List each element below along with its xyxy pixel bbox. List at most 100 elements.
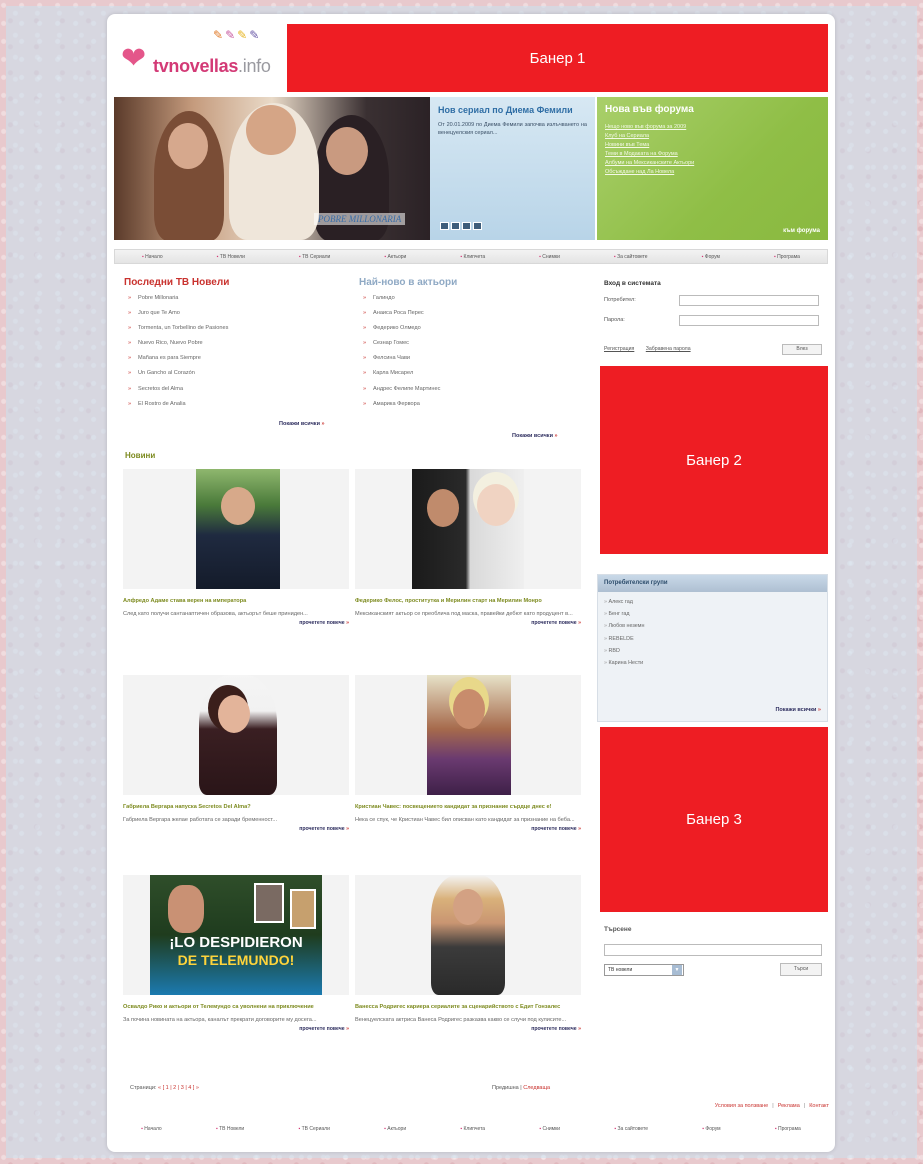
nav-item-tv-novelas[interactable]: ТВ Новели [216,1126,244,1132]
register-link[interactable]: Регистрация [604,346,634,352]
list-item[interactable]: Tormenta, un Torbellino de Pasiones [124,321,354,336]
person-photo [412,469,524,589]
nav-item-actors[interactable]: Актьори [384,254,407,260]
news-headline[interactable]: Ванесса Родригес кариера сериалите за сц… [355,1003,581,1011]
nav-item-tv-series[interactable]: ТВ Сериали [299,254,330,260]
prev-link[interactable]: Предишна | [492,1085,522,1091]
nav-item-forum[interactable]: Форум [702,1126,720,1132]
search-title: Търсене [604,926,632,933]
banner-1[interactable]: Банер 1 [287,24,828,92]
show-all-actors-link[interactable]: Покажи всички [512,433,558,439]
slider-dot[interactable] [462,222,471,230]
forum-link[interactable]: към форума [783,228,820,234]
forum-item[interactable]: Клуб на Сериала [605,132,820,141]
list-item[interactable]: Фелсина Чави [359,351,589,366]
banner-2[interactable]: Банер 2 [600,366,828,554]
read-more-link[interactable]: прочетете повече [355,1026,581,1032]
nav-item-home[interactable]: Начало [142,254,162,260]
list-item[interactable]: Алекс гад [604,596,821,608]
forum-item[interactable]: Обсъждане над Ла Новела [605,168,820,177]
nav-item-tv-novelas[interactable]: ТВ Новели [217,254,245,260]
list-item[interactable]: Любов неземн [604,620,821,632]
list-item[interactable]: Бенг гад [604,608,821,620]
search-category-select[interactable]: ТВ новели [604,964,684,976]
forum-item[interactable]: Теми в Модаката на Форума [605,150,820,159]
forum-list: Нещо ново във форума за 2009 Клуб на Сер… [605,123,820,177]
list-item[interactable]: Pobre Millonaria [124,291,354,306]
show-all-novelas-link[interactable]: Покажи всички [279,421,325,427]
pagination-pages[interactable]: « [ 1 | 2 | 3 | 4 ] » [158,1085,199,1091]
list-item[interactable]: Карина Нести [604,657,821,669]
login-button[interactable]: Влез [782,344,822,355]
list-item[interactable]: Mañana es para Siempre [124,351,354,366]
featured-show-image[interactable]: POBRE MILLONARIA [114,97,430,240]
list-item[interactable]: Анаиса Роса Перес [359,306,589,321]
nav-item-program[interactable]: Програма [775,1126,801,1132]
next-link[interactable]: Следваща [523,1085,550,1091]
nav-item-clips[interactable]: Клипчета [460,254,486,260]
forum-item[interactable]: Нещо ново във форума за 2009 [605,123,820,132]
forgot-password-link[interactable]: Забравена парола [646,346,691,352]
news-image[interactable] [123,469,349,589]
list-item[interactable]: Амарика Фервора [359,397,589,412]
forum-item[interactable]: Новини във Тема [605,141,820,150]
read-more-link[interactable]: прочетете повече [355,826,581,832]
news-headline[interactable]: Освалдо Рико и актьори от Телемундо са у… [123,1003,349,1011]
read-more-link[interactable]: прочетете повече [123,1026,349,1032]
news-headline[interactable]: Габриела Вергара напуска Secretos Del Al… [123,803,349,811]
serial-title[interactable]: Нов сериал по Диема Фемили [438,105,587,116]
password-input[interactable] [679,315,819,326]
nav-item-actors[interactable]: Актьори [384,1126,406,1132]
news-image[interactable] [123,675,349,795]
read-more-link[interactable]: прочетете повече [123,620,349,626]
news-text: Габриела Вергара желае работата се зарад… [123,817,278,824]
list-item[interactable]: REBELDE [604,633,821,645]
separator: | [803,1103,806,1109]
news-image[interactable] [355,675,581,795]
slider-dot[interactable] [451,222,460,230]
list-item[interactable]: Secretos del Alma [124,382,354,397]
list-item[interactable]: Галиндо [359,291,589,306]
nav-item-photos[interactable]: Снимки [539,254,560,260]
news-image[interactable]: ¡LO DESPIDIERON DE TELEMUNDO! [123,875,349,995]
list-item[interactable]: Федерико Олмедо [359,321,589,336]
banner-3[interactable]: Банер 3 [600,727,828,912]
search-button[interactable]: Търси [780,963,822,976]
news-headline[interactable]: Федерико Фелос, проститутка и Мерилин ст… [355,597,581,605]
footer-link-ads[interactable]: Реклама [778,1103,800,1109]
nav-item-tv-series[interactable]: ТВ Сериали [298,1126,330,1132]
nav-item-home[interactable]: Начало [141,1126,161,1132]
news-headline[interactable]: Кристиан Чавес: посвещението кандидат за… [355,803,581,811]
news-headline[interactable]: Алфредо Адаме става верен на императора [123,597,349,605]
list-item[interactable]: Сезнар Гомес [359,336,589,351]
nav-item-sites[interactable]: За сайтовете [614,1126,649,1132]
nav-item-forum[interactable]: Форум [702,254,720,260]
news-image[interactable] [355,469,581,589]
slider-dot[interactable] [473,222,482,230]
nav-item-program[interactable]: Програма [774,254,800,260]
read-more-link[interactable]: прочетете повече [123,826,349,832]
list-item[interactable]: Un Gancho al Corazón [124,366,354,381]
show-all-groups-link[interactable]: Покажи всички [775,707,821,713]
footer-link-terms[interactable]: Условия за ползване [715,1103,768,1109]
nav-item-sites[interactable]: За сайтовете [614,254,648,260]
slider-dot[interactable] [440,222,449,230]
list-item[interactable]: Nuevo Rico, Nuevo Pobre [124,336,354,351]
forum-item[interactable]: Албуми на Мексиканските Актьори [605,159,820,168]
list-item[interactable]: El Rostro de Analia [124,397,354,412]
username-input[interactable] [679,295,819,306]
list-item[interactable]: Juro que Te Amo [124,306,354,321]
news-text: Мексиканският актьор се преоблича под ма… [355,611,573,618]
username-label: Потребител: [604,297,636,303]
list-item[interactable]: RBD [604,645,821,657]
list-item[interactable]: Карла Мисарел [359,366,589,381]
footer-link-contact[interactable]: Контакт [809,1103,829,1109]
nav-item-clips[interactable]: Клипчета [460,1126,486,1132]
read-more-link[interactable]: прочетете повече [355,620,581,626]
nav-item-photos[interactable]: Снимки [539,1126,561,1132]
main-nav: Начало ТВ Новели ТВ Сериали Актьори Клип… [114,249,828,264]
site-logo[interactable]: ❤ ✎✎✎✎ tvnovellas.info [117,24,287,84]
list-item[interactable]: Андрес Фелипе Мартинес [359,382,589,397]
search-input[interactable] [604,944,822,956]
news-image[interactable] [355,875,581,995]
